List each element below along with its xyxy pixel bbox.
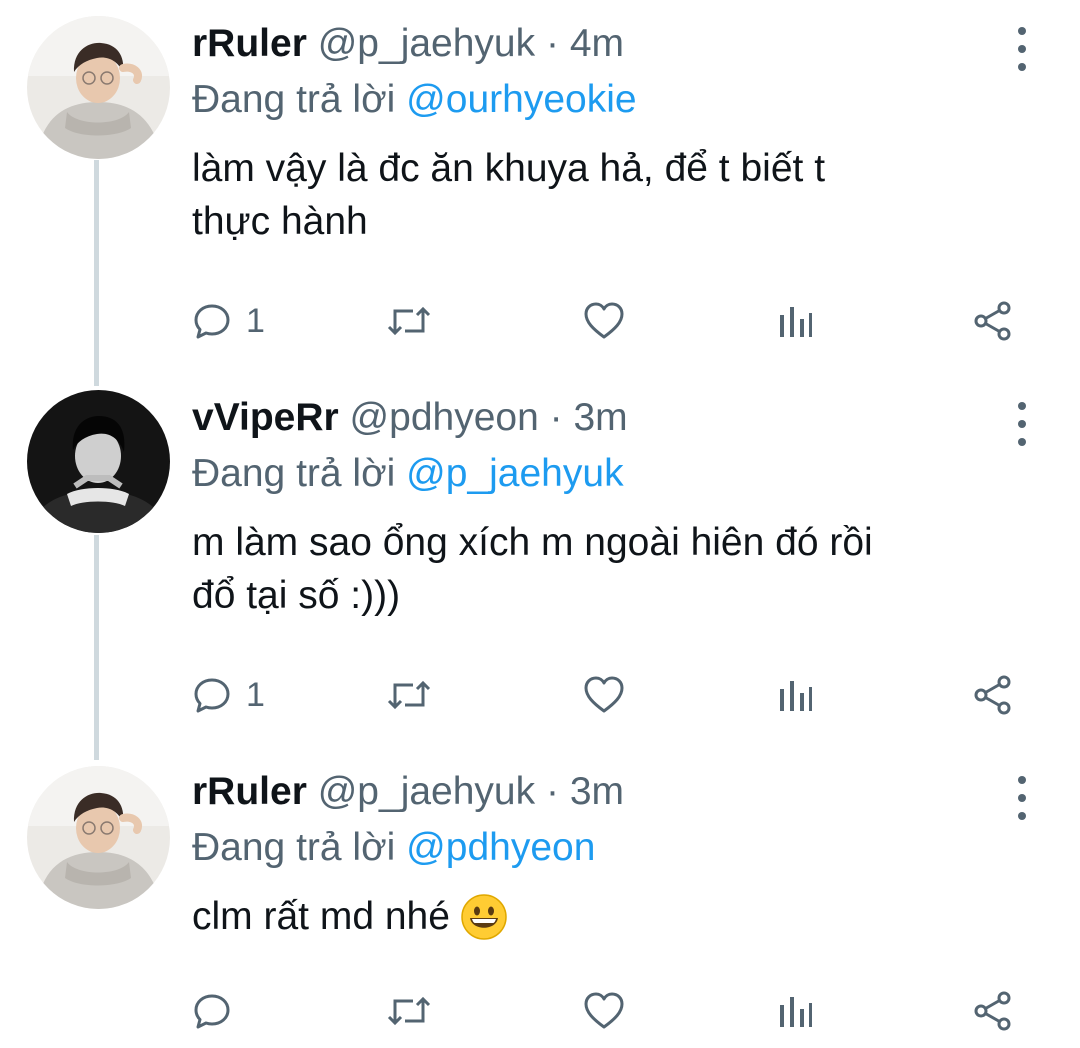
bar-chart-icon [780, 681, 812, 711]
share-icon [974, 991, 1011, 1031]
tweet-header: vVipeRr @pdhyeon · 3m [192, 390, 1040, 446]
tweet-header: rRuler @p_jaehyuk · 4m [192, 16, 1040, 72]
more-vertical-icon[interactable] [1012, 27, 1032, 71]
separator-dot: · [549, 396, 563, 439]
more-vertical-icon[interactable] [1012, 776, 1032, 820]
heart-icon [584, 302, 624, 339]
tweet-2[interactable]: vVipeRr @pdhyeon · 3m Đang trả lời @p_ja… [0, 376, 1080, 756]
reply-prefix: Đang trả lời [192, 78, 396, 121]
grinning-face-emoji [460, 893, 508, 955]
analytics-button[interactable] [778, 986, 814, 1036]
share-icon [974, 301, 1011, 341]
user-handle[interactable]: @pdhyeon [350, 396, 539, 439]
timestamp[interactable]: 3m [573, 396, 627, 439]
like-button[interactable] [583, 296, 625, 346]
tweet-thread: rRuler @p_jaehyuk · 4m Đang trả lời @our… [0, 0, 1080, 1048]
heart-icon [584, 992, 624, 1029]
tweet-text: làm vậy là đc ăn khuya hả, để t biết t t… [192, 147, 826, 243]
reply-context: Đang trả lời @ourhyeokie [192, 72, 1040, 132]
timestamp[interactable]: 4m [570, 22, 624, 65]
reply-bubble-icon [194, 304, 230, 339]
tweet-header: rRuler @p_jaehyuk · 3m [192, 764, 1040, 820]
tweet-actions [192, 986, 1022, 1036]
display-name[interactable]: vVipeRr [192, 396, 339, 439]
user-handle[interactable]: @p_jaehyuk [318, 22, 535, 65]
reply-button[interactable]: 1 [192, 296, 265, 346]
reply-count: 1 [246, 675, 265, 714]
retweet-button[interactable] [385, 670, 433, 720]
reply-button[interactable] [192, 986, 246, 1036]
share-icon [974, 675, 1011, 715]
separator-dot: · [545, 770, 559, 813]
tweet-text: m làm sao ổng xích m ngoài hiên đó rồi đ… [192, 521, 873, 617]
person-dark-photo-icon [27, 390, 170, 533]
reply-context: Đang trả lời @p_jaehyuk [192, 446, 1040, 506]
retweet-icon [387, 680, 431, 710]
more-vertical-icon[interactable] [1012, 402, 1032, 446]
heart-icon [584, 676, 624, 713]
reply-bubble-icon [194, 678, 230, 713]
tweet-1[interactable]: rRuler @p_jaehyuk · 4m Đang trả lời @our… [0, 0, 1080, 380]
analytics-button[interactable] [778, 670, 814, 720]
avatar[interactable] [27, 766, 170, 909]
avatar[interactable] [27, 16, 170, 159]
retweet-button[interactable] [385, 296, 433, 346]
user-handle[interactable]: @p_jaehyuk [318, 770, 535, 813]
retweet-button[interactable] [385, 986, 433, 1036]
reply-bubble-icon [194, 994, 230, 1029]
bar-chart-icon [780, 307, 812, 337]
reply-count: 1 [246, 301, 265, 340]
tweet-text: clm rất md nhé [192, 895, 450, 938]
bar-chart-icon [780, 997, 812, 1027]
retweet-icon [387, 996, 431, 1026]
share-button[interactable] [972, 670, 1014, 720]
person-light-photo-icon [27, 16, 170, 159]
reply-mention-link[interactable]: @p_jaehyuk [406, 452, 623, 495]
reply-prefix: Đang trả lời [192, 826, 396, 869]
tweet-text-container: clm rất md nhé [192, 890, 1040, 955]
retweet-icon [387, 306, 431, 336]
timestamp[interactable]: 3m [570, 770, 624, 813]
reply-mention-link[interactable]: @pdhyeon [406, 826, 595, 869]
avatar[interactable] [27, 390, 170, 533]
separator-dot: · [545, 22, 559, 65]
display-name[interactable]: rRuler [192, 770, 307, 813]
reply-mention-link[interactable]: @ourhyeokie [406, 78, 636, 121]
like-button[interactable] [583, 670, 625, 720]
person-light-photo-icon [27, 766, 170, 909]
reply-prefix: Đang trả lời [192, 452, 396, 495]
share-button[interactable] [972, 986, 1014, 1036]
tweet-3[interactable]: rRuler @p_jaehyuk · 3m Đang trả lời @pdh… [0, 752, 1080, 1048]
share-button[interactable] [972, 296, 1014, 346]
tweet-actions: 1 [192, 670, 1022, 720]
like-button[interactable] [583, 986, 625, 1036]
display-name[interactable]: rRuler [192, 22, 307, 65]
reply-context: Đang trả lời @pdhyeon [192, 820, 1040, 880]
reply-button[interactable]: 1 [192, 670, 265, 720]
tweet-actions: 1 [192, 296, 1022, 346]
analytics-button[interactable] [778, 296, 814, 346]
